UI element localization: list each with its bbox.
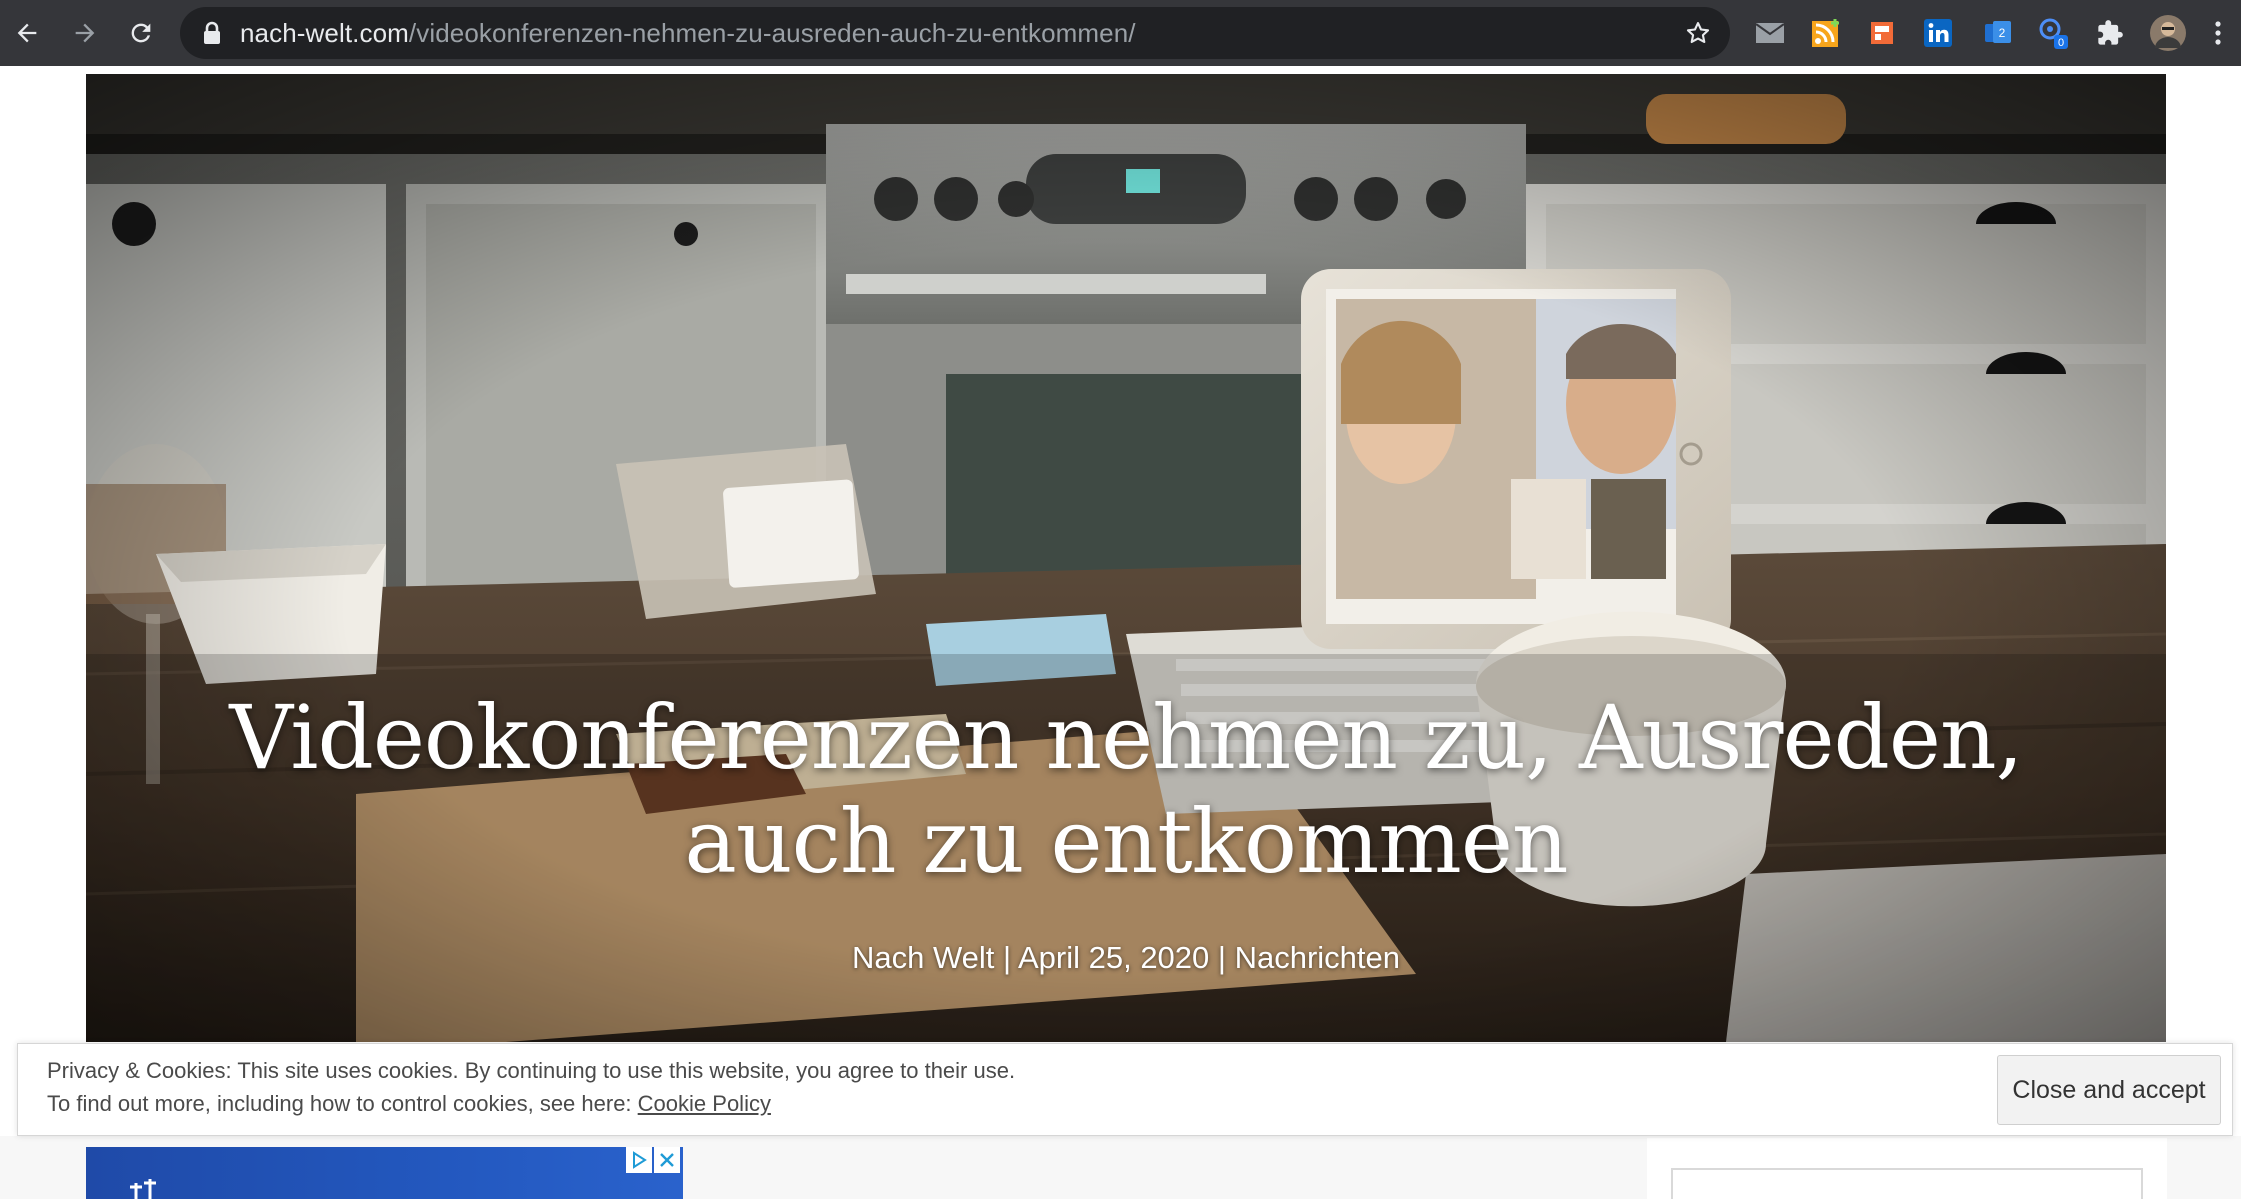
url-text: nach-welt.com/videokonferenzen-nehmen-zu… [240, 7, 1136, 59]
adchoices-icon [633, 1151, 647, 1169]
advertisement-banner[interactable] [86, 1147, 683, 1199]
rss-extension[interactable] [1808, 15, 1844, 51]
cookie-banner: Privacy & Cookies: This site uses cookie… [17, 1043, 2233, 1136]
reload-icon [131, 23, 151, 43]
bookmark-icon [1871, 22, 1893, 44]
back-arrow-icon [17, 23, 37, 43]
close-and-accept-button[interactable]: Close and accept [1997, 1055, 2221, 1125]
adchoices-button[interactable] [626, 1147, 652, 1173]
close-icon [660, 1153, 674, 1167]
cookie-text-more: To find out more, including how to contr… [47, 1091, 771, 1117]
ad-close-button[interactable] [654, 1147, 680, 1173]
mail-icon [1755, 23, 1785, 43]
category-link[interactable]: Nachrichten [1235, 940, 1400, 975]
lock-icon [204, 21, 220, 44]
forward-arrow-icon [75, 23, 95, 43]
star-icon[interactable] [1684, 19, 1712, 47]
extension-badge: 0 [2058, 37, 2064, 49]
author-link[interactable]: Nach Welt [852, 940, 994, 975]
sidebar-search-box[interactable] [1671, 1168, 2143, 1199]
reload-button[interactable] [122, 14, 160, 52]
profile-button[interactable] [2148, 13, 2188, 53]
meta-separator: | [1209, 940, 1235, 975]
hero-image: Videokonferenzen nehmen zu, Ausreden, au… [86, 74, 2166, 1042]
kitchen-video-call-photo [86, 74, 2166, 1042]
extension-badge-2: 2 [1999, 26, 2006, 40]
extension-icon: 2 [1985, 21, 2011, 43]
post-date[interactable]: April 25, 2020 [1018, 940, 1209, 975]
translate-extension[interactable]: 0 [2036, 15, 2072, 51]
puzzle-icon [2098, 20, 2123, 45]
cookie-text-prefix: To find out more, including how to contr… [47, 1091, 638, 1116]
forward-button[interactable] [66, 14, 104, 52]
extensions-button[interactable] [2092, 15, 2128, 51]
rss-icon [1812, 19, 1839, 47]
article-meta: Nach Welt | April 25, 2020 | Nachrichten [86, 940, 2166, 976]
address-bar[interactable]: nach-welt.com/videokonferenzen-nehmen-zu… [180, 7, 1730, 59]
linkedin-extension[interactable] [1920, 15, 1956, 51]
url-host: nach-welt.com [240, 18, 409, 48]
url-path: /videokonferenzen-nehmen-zu-ausreden-auc… [408, 18, 1136, 48]
back-button[interactable] [8, 14, 46, 52]
browser-toolbar: nach-welt.com/videokonferenzen-nehmen-zu… [0, 0, 2241, 66]
menu-icon [2215, 21, 2221, 45]
mail-extension[interactable] [1752, 15, 1788, 51]
outlook-extension[interactable]: 2 [1980, 15, 2016, 51]
linkedin-icon [1924, 19, 1952, 47]
cookie-policy-link[interactable]: Cookie Policy [638, 1091, 771, 1116]
cookie-text: Privacy & Cookies: This site uses cookie… [47, 1058, 1016, 1083]
web-page: Videokonferenzen nehmen zu, Ausreden, au… [0, 66, 2241, 1199]
avatar [2150, 15, 2186, 51]
translate-icon: 0 [2039, 18, 2068, 49]
meta-separator: | [994, 940, 1018, 975]
article-title: Videokonferenzen nehmen zu, Ausreden, au… [229, 686, 2023, 893]
browser-menu-button[interactable] [2206, 15, 2230, 51]
ad-logo-icon [130, 1179, 156, 1199]
sidebar-widget [1647, 1138, 2167, 1199]
bookmark-extension[interactable] [1864, 15, 1900, 51]
